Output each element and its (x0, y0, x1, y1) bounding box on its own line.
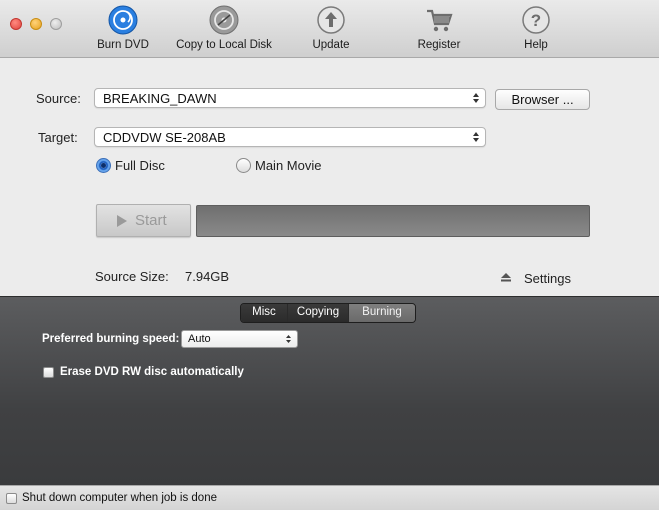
source-select[interactable]: BREAKING_DAWN (94, 88, 486, 108)
toolbar-copy-local-button[interactable]: Copy to Local Disk (172, 5, 276, 55)
shutdown-label: Shut down computer when job is done (22, 492, 217, 504)
settings-toggle[interactable]: Settings (524, 271, 571, 286)
source-value: BREAKING_DAWN (103, 91, 217, 106)
start-label: Start (135, 212, 167, 229)
toolbar-burn-dvd-label: Burn DVD (97, 39, 149, 51)
source-size-label: Source Size: (95, 269, 169, 284)
main-movie-radio[interactable] (236, 158, 251, 173)
toolbar: Burn DVD Copy to Local Disk Update Regis… (0, 0, 659, 58)
select-arrows-icon (473, 93, 479, 103)
toolbar-burn-dvd-button[interactable]: Burn DVD (92, 5, 154, 55)
select-arrows-icon (473, 132, 479, 142)
erase-rw-checkbox[interactable] (43, 367, 54, 378)
toolbar-copy-local-label: Copy to Local Disk (176, 39, 272, 51)
toolbar-update-label: Update (312, 39, 350, 51)
browse-button[interactable]: Browser ... (495, 89, 590, 110)
toolbar-register-label: Register (417, 39, 461, 51)
full-disc-radio[interactable] (96, 158, 111, 173)
progress-bar (196, 205, 590, 237)
tab-copying[interactable]: Copying (288, 304, 349, 322)
main-panel: Source: BREAKING_DAWN Browser ... Target… (0, 59, 659, 296)
source-size-value: 7.94GB (185, 269, 230, 284)
toolbar-register-button[interactable]: Register (410, 5, 468, 55)
cart-icon (427, 9, 453, 32)
toolbar-help-label: Help (524, 39, 548, 51)
burning-speed-value: Auto (188, 333, 211, 345)
toolbar-update-button[interactable]: Update (303, 5, 359, 55)
toolbar-help-button[interactable]: ? Help (514, 5, 558, 55)
tab-burning[interactable]: Burning (349, 304, 415, 322)
update-icon (317, 6, 345, 34)
close-window-button[interactable] (10, 18, 22, 30)
main-movie-label: Main Movie (255, 158, 322, 173)
start-button[interactable]: Start (96, 204, 191, 237)
target-value: CDDVDW SE-208AB (103, 130, 226, 145)
tab-misc[interactable]: Misc (241, 304, 288, 322)
shutdown-checkbox[interactable] (6, 493, 17, 504)
burning-speed-label: Preferred burning speed: (42, 333, 180, 345)
target-label: Target: (38, 130, 78, 145)
minimize-window-button[interactable] (30, 18, 42, 30)
burn-dvd-icon (108, 5, 138, 35)
burning-speed-select[interactable]: Auto (181, 330, 298, 348)
zoom-window-button[interactable] (50, 18, 62, 30)
full-disc-label: Full Disc (115, 158, 165, 173)
footer-bar: Shut down computer when job is done (0, 485, 659, 510)
source-label: Source: (36, 91, 81, 106)
play-icon (117, 215, 127, 227)
erase-rw-label: Erase DVD RW disc automatically (60, 366, 244, 378)
target-select[interactable]: CDDVDW SE-208AB (94, 127, 486, 147)
copy-disk-icon (209, 5, 239, 35)
svg-text:?: ? (531, 11, 541, 30)
help-icon: ? (522, 6, 550, 34)
settings-panel: Misc Copying Burning Preferred burning s… (0, 296, 659, 485)
eject-icon[interactable] (500, 272, 512, 282)
settings-tabs: Misc Copying Burning (240, 303, 416, 323)
select-arrows-icon (286, 335, 291, 343)
